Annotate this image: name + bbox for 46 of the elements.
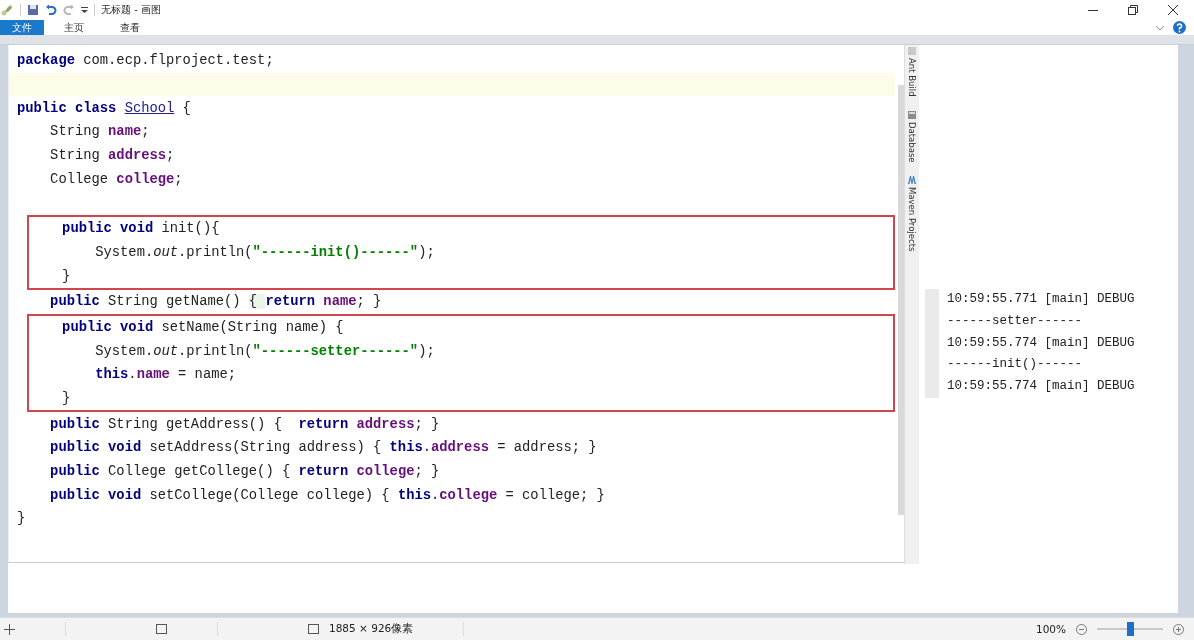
tool-window-tab[interactable]: Maven Projects: [905, 176, 919, 252]
image-size: 1885 × 926像素: [329, 622, 414, 636]
code-line: public void init(){: [61, 221, 220, 237]
database-icon: [908, 110, 916, 119]
code-line: public String getAddress() { return address; }: [49, 416, 440, 432]
code-line: }: [61, 268, 71, 284]
close-icon[interactable]: [1168, 5, 1178, 15]
ribbon-tab[interactable]: 查看: [104, 20, 156, 35]
save-icon[interactable]: [27, 4, 39, 16]
selection-icon: [156, 624, 167, 634]
undo-icon[interactable]: [45, 4, 57, 16]
maven-icon: [908, 176, 916, 185]
zoom-percent: 100%: [1035, 623, 1066, 635]
console-output: 10:59:55.771 [main] DEBUG ------setter------ 10:59:55.774 [main] DEBUG ------init()------ 10:59:55.774 [main] DEBUG: [925, 289, 1177, 398]
code-line: College college;: [49, 171, 183, 187]
scrollbar[interactable]: [898, 85, 904, 515]
code-line: public College getCollege() { return college; }: [49, 464, 440, 480]
ribbon-tab[interactable]: 文件: [0, 20, 44, 35]
code-line: System.out.println("------init()------");: [94, 244, 435, 260]
code-line: String address;: [49, 148, 175, 164]
move-cursor-icon: [4, 623, 15, 635]
ant-icon: [908, 47, 916, 55]
code-line: public void setName(String name) {: [61, 319, 344, 335]
paint-app-icon: [0, 3, 14, 17]
code-line: System.out.println("------setter------");: [94, 343, 435, 359]
code-line: public void setAddress(String address) { this.address = address; }: [49, 440, 597, 456]
image-size-icon: [308, 624, 319, 634]
code-line: public String getName() { return name; }: [49, 294, 382, 310]
dropdown-icon[interactable]: [81, 6, 88, 14]
code-line: public class School {: [17, 100, 191, 116]
code-line: }: [61, 390, 71, 406]
code-line: public void setCollege(College college) { this.college = college; }: [49, 487, 605, 503]
chevron-down-icon[interactable]: [1155, 24, 1165, 31]
help-icon[interactable]: [1173, 21, 1186, 34]
code-line: package com.ecp.flproject.test;: [17, 53, 274, 69]
zoom-in-icon[interactable]: [1173, 623, 1184, 635]
zoom-out-icon[interactable]: [1076, 623, 1087, 635]
code-line: }: [17, 511, 26, 527]
restore-icon[interactable]: [1128, 5, 1138, 15]
code-line: String name;: [49, 124, 150, 140]
code-line: this.name = name;: [94, 367, 236, 383]
tool-window-tab[interactable]: Database: [905, 110, 919, 163]
slider-thumb[interactable]: [1127, 622, 1134, 636]
tool-window-tab[interactable]: Ant Build: [905, 47, 919, 97]
window-title: 无标题 - 画图: [101, 3, 161, 17]
ribbon-tab[interactable]: 主页: [48, 20, 100, 35]
